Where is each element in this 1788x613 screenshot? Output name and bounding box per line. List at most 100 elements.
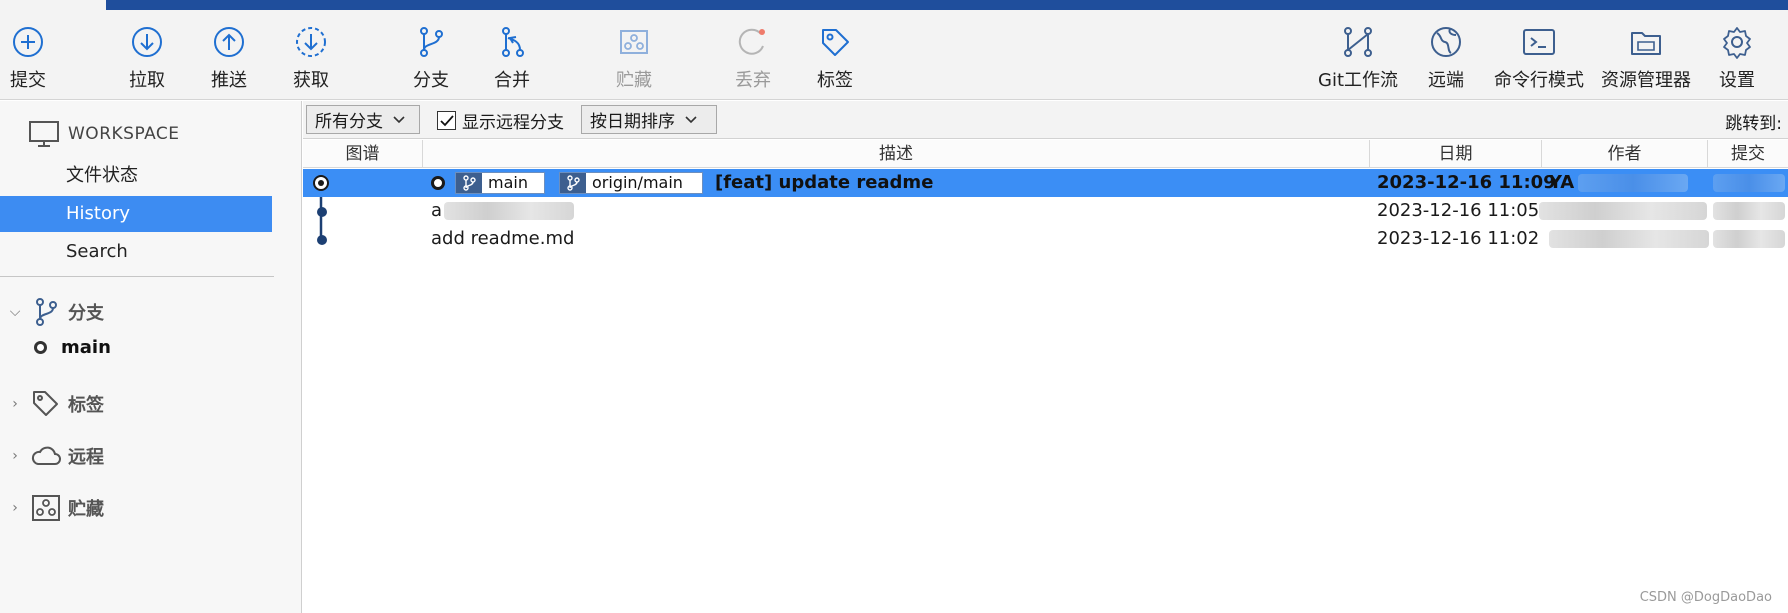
pull-label: 拉取 xyxy=(129,70,165,91)
fetch-label: 获取 xyxy=(293,70,329,91)
push-button[interactable]: 推送 xyxy=(189,24,269,92)
gitflow-label: Git工作流 xyxy=(1318,70,1399,91)
window-tab[interactable] xyxy=(0,0,106,10)
explorer-label: 资源管理器 xyxy=(1601,70,1691,91)
folder-icon xyxy=(1631,32,1661,55)
stash-icon xyxy=(28,493,64,523)
column-header-graph[interactable]: 图谱 xyxy=(303,140,423,168)
chevron-right-icon: › xyxy=(12,500,18,516)
chevron-down-icon xyxy=(685,115,697,123)
stash-label: 贮藏 xyxy=(616,70,652,91)
branch-item-label: main xyxy=(61,337,111,358)
sidebar-item-history[interactable]: History xyxy=(0,196,272,232)
terminal-icon xyxy=(1523,29,1555,55)
explorer-button[interactable]: 资源管理器 xyxy=(1594,24,1698,92)
stashes-group-label: 贮藏 xyxy=(68,499,104,520)
tag-label: 标签 xyxy=(817,70,853,91)
merge-button[interactable]: 合并 xyxy=(472,24,552,92)
remote-label: 远端 xyxy=(1428,70,1464,91)
workspace-header: WORKSPACE xyxy=(28,119,180,149)
sort-order-dropdown[interactable]: 按日期排序 xyxy=(581,105,717,134)
redacted-area xyxy=(1713,230,1785,248)
tag-button[interactable]: 标签 xyxy=(795,24,875,92)
commit-author-text: YA xyxy=(1549,172,1575,193)
watermark: CSDN @DogDaoDao xyxy=(1639,590,1772,605)
remotes-group-label: 远程 xyxy=(68,447,104,468)
commit-author: YA xyxy=(1549,169,1689,197)
checkbox-checked-icon[interactable] xyxy=(437,111,456,130)
arrow-down-circle-icon xyxy=(132,27,162,57)
column-header-date[interactable]: 日期 xyxy=(1370,140,1542,168)
redacted-area xyxy=(1713,202,1785,220)
commit-date: 2023-12-16 11:05 xyxy=(1377,200,1540,221)
remote-button[interactable]: 远端 xyxy=(1406,24,1486,92)
branch-icon xyxy=(420,27,443,57)
branch-filter-value: 所有分支 xyxy=(315,112,383,132)
sidebar-divider xyxy=(0,276,274,277)
sidebar-group-stashes[interactable]: › 贮藏 xyxy=(6,491,104,525)
ref-tag-origin-main[interactable]: origin/main xyxy=(559,172,703,194)
branch-button[interactable]: 分支 xyxy=(391,24,471,92)
redacted-area xyxy=(1713,174,1785,192)
jump-to-label: 跳转到: xyxy=(1725,114,1782,134)
head-marker-icon xyxy=(431,176,445,190)
ref-tag-main[interactable]: main xyxy=(455,172,545,194)
column-header-author[interactable]: 作者 xyxy=(1542,140,1708,168)
commit-message-text: a xyxy=(431,200,443,221)
commit-message: [feat] update readme xyxy=(715,172,934,193)
arrow-up-circle-icon xyxy=(214,27,244,57)
table-row[interactable]: add readme.md 2023-12-16 11:02 xyxy=(303,225,1788,253)
merge-icon xyxy=(502,27,524,57)
chevron-right-icon: › xyxy=(12,396,18,412)
branch-item-main[interactable]: main xyxy=(34,337,111,358)
sidebar-group-tags[interactable]: › 标签 xyxy=(6,387,104,421)
gitflow-button[interactable]: Git工作流 xyxy=(1318,24,1398,92)
cloud-icon xyxy=(28,441,64,471)
redacted-area xyxy=(1549,230,1709,248)
merge-label: 合并 xyxy=(494,70,530,91)
push-label: 推送 xyxy=(211,70,247,91)
branch-icon xyxy=(456,173,482,193)
sort-order-value: 按日期排序 xyxy=(590,112,675,132)
fetch-dashed-circle-icon xyxy=(296,27,326,57)
toolbar: 提交 拉取 推送 获取 分支 合并 贮藏 丢弃 标签 Git工作流 远端 命令行… xyxy=(0,10,1788,100)
stash-icon xyxy=(620,30,648,54)
branch-filter-dropdown[interactable]: 所有分支 xyxy=(306,105,420,134)
stash-button[interactable]: 贮藏 xyxy=(594,24,674,92)
pull-button[interactable]: 拉取 xyxy=(107,24,187,92)
column-header-description[interactable]: 描述 xyxy=(423,140,1370,168)
commit-button[interactable]: 提交 xyxy=(0,24,68,92)
gear-icon xyxy=(1723,27,1751,59)
fetch-button[interactable]: 获取 xyxy=(271,24,351,92)
ref-tag-label: origin/main xyxy=(592,173,683,192)
terminal-button[interactable]: 命令行模式 xyxy=(1487,24,1591,92)
commit-date: 2023-12-16 11:09 xyxy=(1377,172,1556,193)
column-header-commit[interactable]: 提交 xyxy=(1708,140,1788,168)
sidebar-item-file-status[interactable]: 文件状态 xyxy=(0,158,272,194)
table-row[interactable]: a 2023-12-16 11:05 xyxy=(303,197,1788,225)
ref-tag-label: main xyxy=(488,173,528,192)
show-remote-checkbox[interactable]: 显示远程分支 xyxy=(437,108,564,133)
commit-label: 提交 xyxy=(10,70,46,91)
branch-label: 分支 xyxy=(413,70,449,91)
tag-icon xyxy=(28,389,64,419)
settings-button[interactable]: 设置 xyxy=(1697,24,1777,92)
commit-message: a xyxy=(431,197,575,225)
sidebar-group-branches[interactable]: ⌵ 分支 xyxy=(6,295,104,329)
gitflow-icon xyxy=(1344,27,1372,57)
redacted-area xyxy=(1578,174,1689,192)
table-row[interactable]: main origin/main [feat] update readme 20… xyxy=(303,169,1788,197)
sidebar: WORKSPACE 文件状态 History Search ⌵ 分支 main … xyxy=(0,101,302,613)
tag-icon xyxy=(822,29,849,56)
plus-circle-icon xyxy=(13,27,43,57)
tags-group-label: 标签 xyxy=(68,395,104,416)
branches-group-label: 分支 xyxy=(68,303,104,324)
sidebar-item-search[interactable]: Search xyxy=(0,234,272,270)
chevron-down-icon xyxy=(393,115,405,123)
monitor-icon xyxy=(29,121,59,147)
discard-button[interactable]: 丢弃 xyxy=(713,24,793,92)
commit-list: main origin/main [feat] update readme 20… xyxy=(303,169,1788,613)
sidebar-group-remotes[interactable]: › 远程 xyxy=(6,439,104,473)
filter-bar: 所有分支 显示远程分支 按日期排序 跳转到: xyxy=(303,101,1788,139)
commit-date: 2023-12-16 11:02 xyxy=(1377,228,1540,249)
